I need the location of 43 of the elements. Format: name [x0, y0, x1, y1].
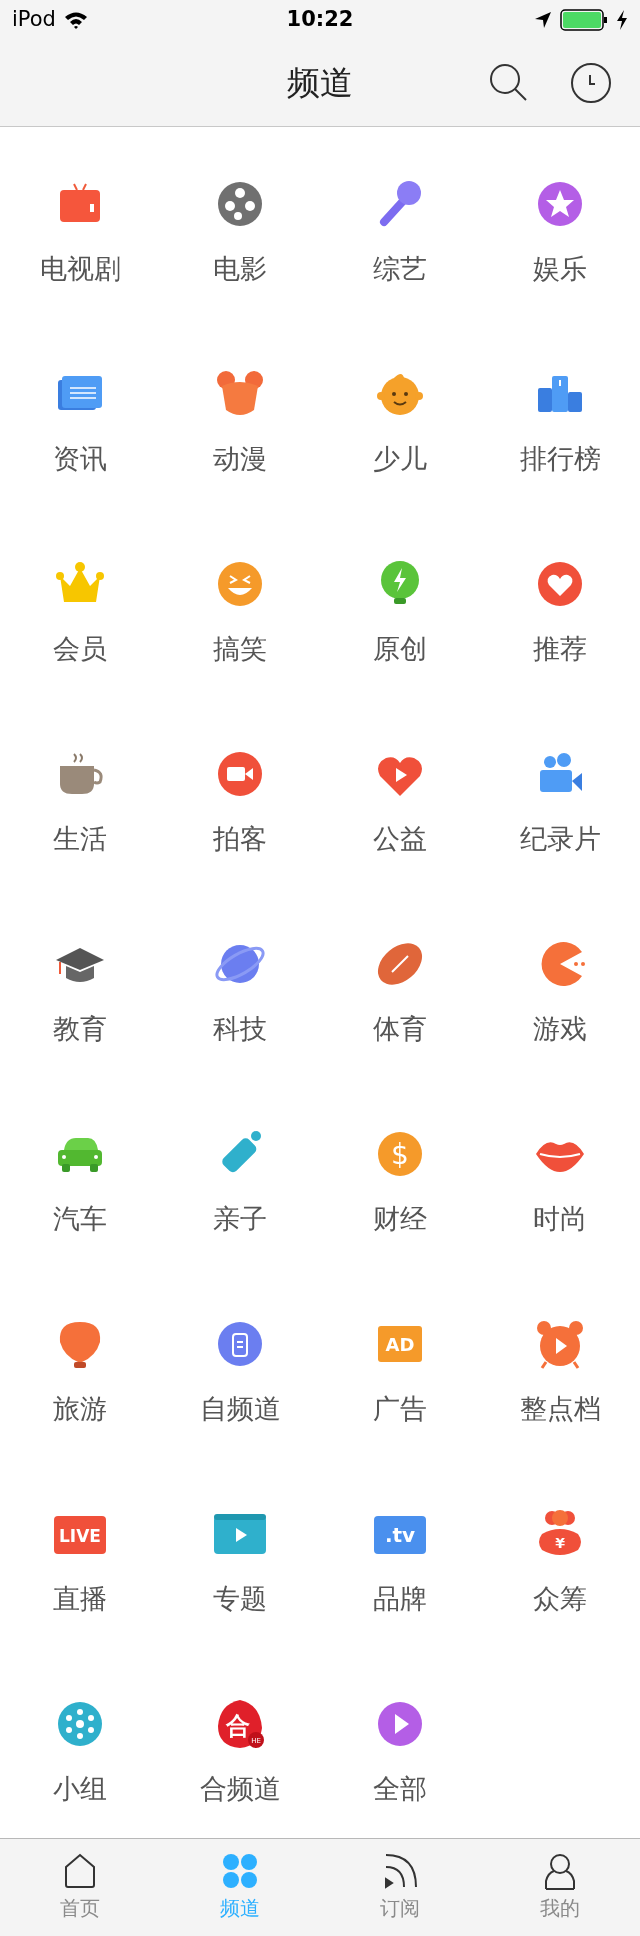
channel-item[interactable]: 会员 [0, 556, 160, 690]
channel-item[interactable]: 教育 [0, 936, 160, 1070]
channel-item[interactable]: 旅游 [0, 1316, 160, 1450]
channel-item[interactable]: $ 财经 [320, 1126, 480, 1260]
channel-item[interactable]: 拍客 [160, 746, 320, 880]
channel-item[interactable]: 汽车 [0, 1126, 160, 1260]
channel-item[interactable]: 电影 [160, 176, 320, 310]
device-name: iPod [12, 6, 56, 34]
channel-item[interactable]: 动漫 [160, 366, 320, 500]
channel-item[interactable]: 公益 [320, 746, 480, 880]
channel-item[interactable]: 游戏 [480, 936, 640, 1070]
channel-item[interactable]: 排行榜 [480, 366, 640, 500]
channel-item[interactable]: .tv 品牌 [320, 1506, 480, 1640]
channel-item[interactable]: 专题 [160, 1506, 320, 1640]
channel-item[interactable]: 综艺 [320, 176, 480, 310]
channel-item[interactable]: ¥ 众筹 [480, 1506, 640, 1640]
channel-item[interactable]: 纪录片 [480, 746, 640, 880]
channel-item[interactable]: 搞笑 [160, 556, 320, 690]
channel-item[interactable]: 推荐 [480, 556, 640, 690]
channel-item[interactable]: 少儿 [320, 366, 480, 500]
channel-item[interactable]: 全部 [320, 1696, 480, 1830]
channel-item[interactable]: 体育 [320, 936, 480, 1070]
channel-item[interactable]: AD 广告 [320, 1316, 480, 1450]
page-title: 频道 [287, 62, 353, 105]
clock-icon[interactable] [570, 62, 612, 104]
channel-item[interactable]: 原创 [320, 556, 480, 690]
location-arrow-icon [534, 11, 552, 29]
channel-item[interactable]: 生活 [0, 746, 160, 880]
wifi-icon [63, 11, 88, 29]
channel-item[interactable]: 科技 [160, 936, 320, 1070]
channel-item[interactable]: 资讯 [0, 366, 160, 500]
battery-icon [560, 9, 608, 31]
clock-time: 10:22 [286, 6, 354, 34]
channel-item[interactable]: 整点档 [480, 1316, 640, 1450]
channel-item[interactable]: 小组 [0, 1696, 160, 1830]
grid-icon [220, 1851, 260, 1891]
channel-item[interactable]: 自频道 [160, 1316, 320, 1450]
channel-item[interactable]: LIVE 直播 [0, 1506, 160, 1640]
channel-item[interactable]: 娱乐 [480, 176, 640, 310]
channel-item[interactable]: 时尚 [480, 1126, 640, 1260]
channel-item[interactable]: 亲子 [160, 1126, 320, 1260]
charging-bolt-icon [616, 10, 628, 30]
channel-item[interactable]: 电视剧 [0, 176, 160, 310]
